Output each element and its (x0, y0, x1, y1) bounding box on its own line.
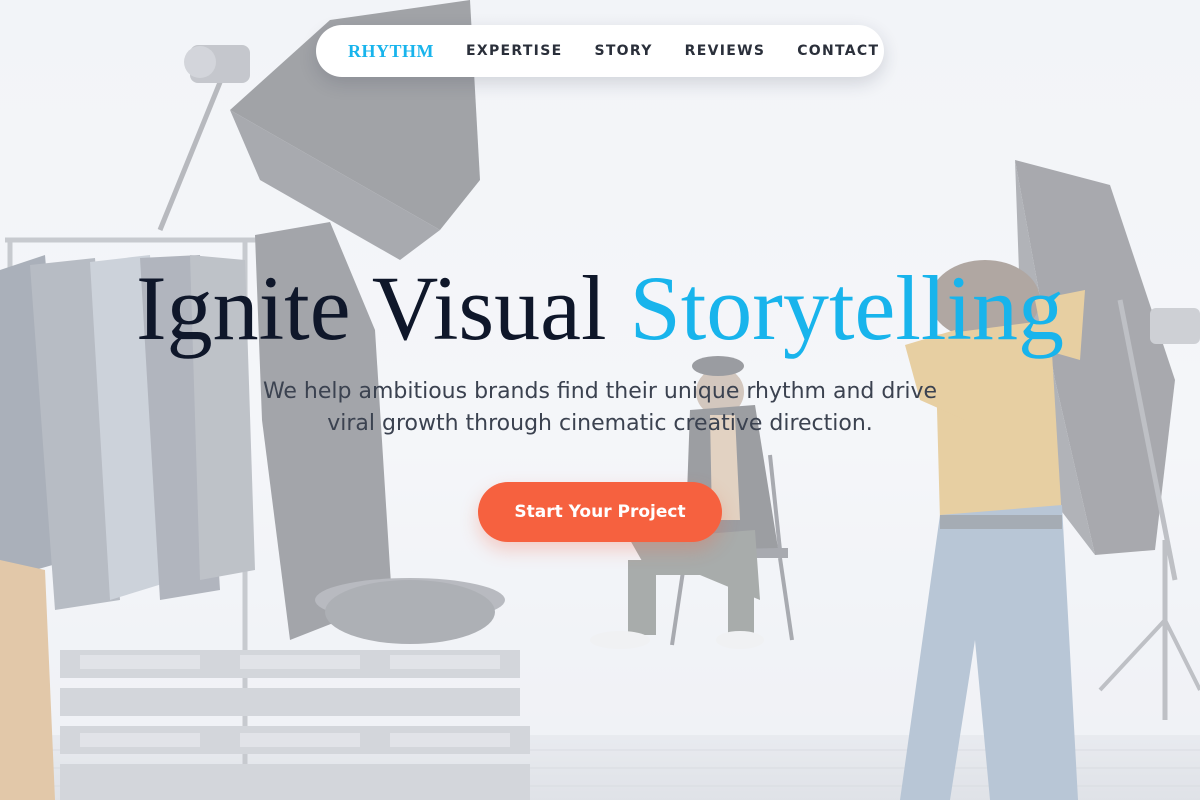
nav-link-expertise[interactable]: EXPERTISE (466, 43, 562, 59)
start-project-button[interactable]: Start Your Project (478, 482, 722, 542)
hero-subtitle: We help ambitious brands find their uniq… (262, 379, 938, 436)
hero-content: Ignite Visual Storytelling We help ambit… (0, 258, 1200, 542)
headline-main: Ignite Visual (135, 257, 607, 359)
nav-link-reviews[interactable]: REVIEWS (685, 43, 766, 59)
hero-section: RHYTHM EXPERTISE STORY REVIEWS CONTACT I… (0, 0, 1200, 800)
top-navigation: RHYTHM EXPERTISE STORY REVIEWS CONTACT (316, 25, 884, 77)
headline-accent: Storytelling (629, 257, 1065, 359)
nav-link-story[interactable]: STORY (594, 43, 652, 59)
nav-link-contact[interactable]: CONTACT (797, 43, 879, 59)
hero-headline: Ignite Visual Storytelling (0, 258, 1200, 358)
brand-logo[interactable]: RHYTHM (348, 41, 434, 62)
